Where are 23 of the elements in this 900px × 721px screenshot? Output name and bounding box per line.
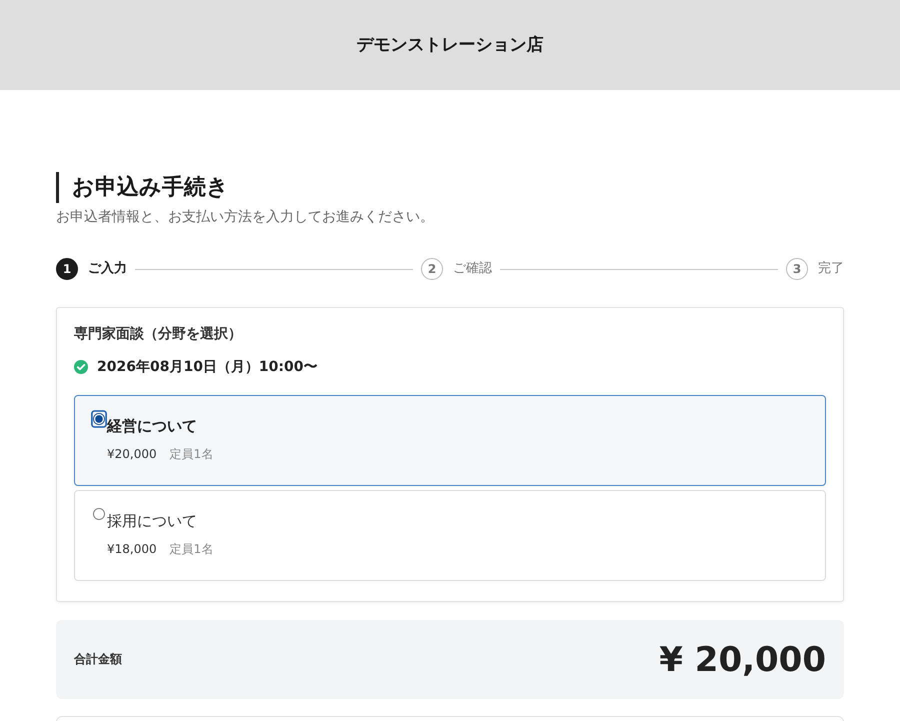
step-number: 1 bbox=[56, 258, 78, 280]
total-amount: ¥ 20,000 bbox=[659, 640, 826, 680]
option-price: ¥20,000 bbox=[107, 446, 157, 463]
option-label: 経営について bbox=[107, 416, 197, 437]
total-label: 合計金額 bbox=[74, 651, 122, 668]
page-title: お申込み手続き bbox=[56, 172, 844, 203]
step-number: 3 bbox=[786, 258, 808, 280]
step-label: 完了 bbox=[818, 260, 844, 278]
step-label: ご入力 bbox=[88, 260, 127, 278]
option-capacity: 定員1名 bbox=[170, 541, 214, 558]
option-label: 採用について bbox=[107, 511, 197, 532]
page-subtitle: お申込者情報と、お支払い方法を入力してお進みください。 bbox=[56, 208, 435, 227]
option-price: ¥18,000 bbox=[107, 541, 157, 558]
step-label: ご確認 bbox=[453, 260, 492, 278]
plan-option[interactable]: 採用について ¥18,000 定員1名 bbox=[74, 490, 826, 581]
plan-option[interactable]: 経営について ¥20,000 定員1名 bbox=[74, 395, 826, 486]
step-number: 2 bbox=[421, 258, 443, 280]
option-capacity: 定員1名 bbox=[170, 446, 214, 463]
booking-date: 2026年08月10日（月）10:00〜 bbox=[97, 358, 318, 377]
radio-button[interactable] bbox=[91, 409, 107, 429]
check-circle-icon bbox=[74, 360, 88, 374]
booking-title: 専門家面談（分野を選択） bbox=[74, 324, 243, 344]
shop-name: デモンストレーション店 bbox=[356, 34, 544, 57]
